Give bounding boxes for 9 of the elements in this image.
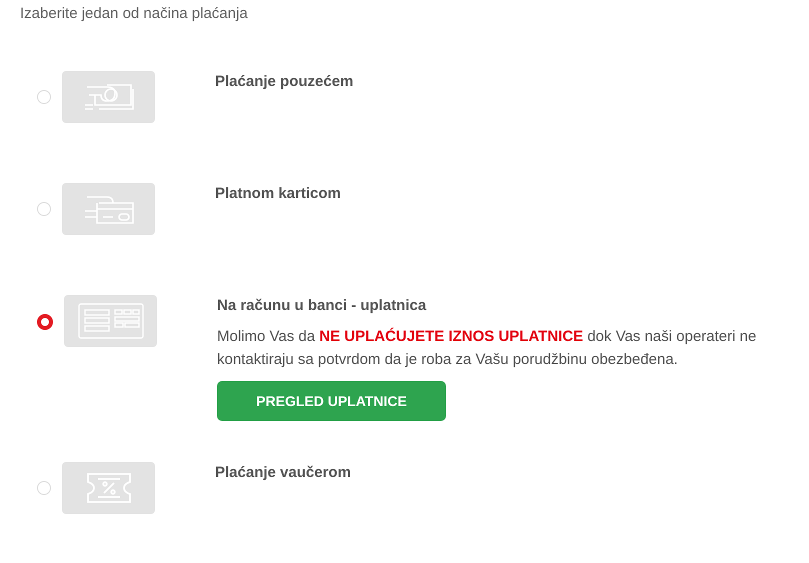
payment-option-label: Na računu u banci - uplatnica	[217, 297, 428, 315]
section-heading: Izaberite jedan od načina plaćanja	[20, 4, 249, 24]
payment-option-label: Plaćanje vaučerom	[215, 464, 352, 482]
view-slip-button[interactable]: PREGLED UPLATNICE	[217, 381, 446, 421]
payment-option-label: Platnom karticom	[215, 185, 342, 203]
radio-button[interactable]	[37, 314, 53, 330]
payment-note: Molimo Vas da NE UPLAĆUJETE IZNOS UPLATNICE dok Vas naši operateri ne kontaktiraju sa potvrdom da je roba za Vašu porudžbinu obezbeđena.	[217, 326, 758, 370]
payment-slip-icon	[76, 302, 144, 340]
payment-option-label: Plaćanje pouzećem	[215, 73, 354, 91]
